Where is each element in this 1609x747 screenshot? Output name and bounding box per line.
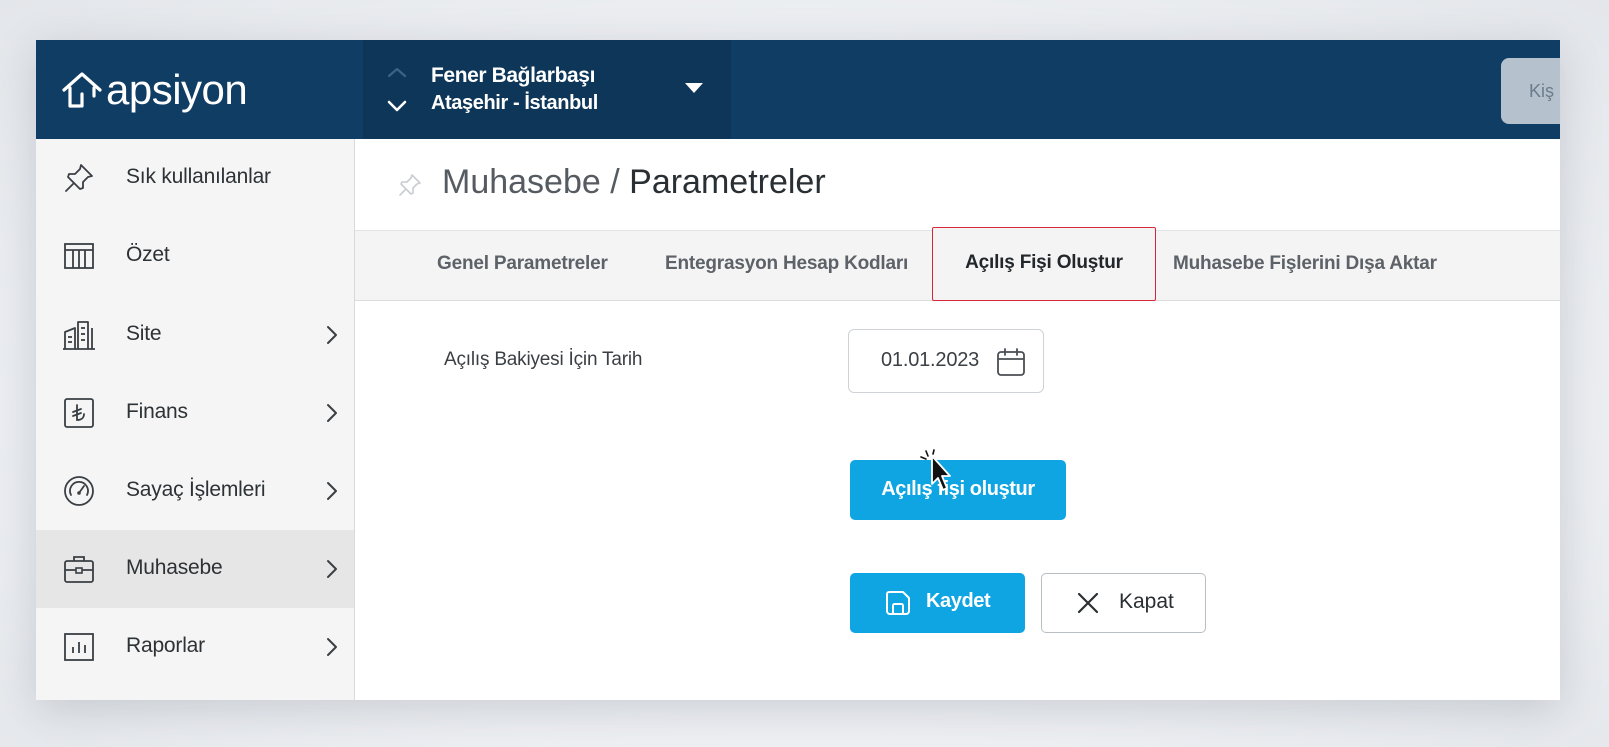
tab-entegrasyon-hesap-kodlari[interactable]: Entegrasyon Hesap Kodları (665, 231, 908, 301)
logo[interactable]: apsiyon (36, 40, 362, 139)
close-button-label: Kapat (1119, 590, 1174, 613)
site-name: Fener Bağlarbaşı (431, 64, 595, 87)
page-title: Parametreler (629, 163, 826, 201)
chevron-right-icon (327, 560, 337, 578)
tab-acilis-fisi-olustur[interactable]: Açılış Fişi Oluştur (932, 227, 1156, 301)
table-icon (64, 243, 94, 269)
sidebar-item-label: Muhasebe (126, 556, 223, 579)
pin-icon (65, 164, 93, 192)
sidebar-item-finans[interactable]: Finans (36, 374, 354, 452)
pin-page-icon[interactable] (397, 172, 423, 198)
page-header: Muhasebe / Parametreler (355, 139, 1560, 231)
chevron-right-icon (327, 482, 337, 500)
briefcase-icon (64, 556, 94, 583)
save-button-label: Kaydet (926, 590, 991, 612)
tab-muhasebe-fislerini-disa-aktar[interactable]: Muhasebe Fişlerini Dışa Aktar (1173, 231, 1437, 301)
site-selector[interactable]: Fener Bağlarbaşı Ataşehir - İstanbul (363, 40, 731, 139)
close-icon (1077, 592, 1099, 614)
sidebar-item-label: Site (126, 322, 162, 345)
sidebar-item-favorites[interactable]: Sık kullanılanlar (36, 139, 354, 217)
date-field[interactable]: 01.01.2023 (848, 329, 1044, 393)
chevron-right-icon (327, 638, 337, 656)
sidebar-item-label: Finans (126, 400, 188, 423)
breadcrumb-separator: / (610, 163, 620, 201)
building-icon (63, 321, 95, 350)
sidebar-item-label: Özet (126, 243, 170, 266)
close-button[interactable]: Kapat (1041, 573, 1206, 633)
site-location: Ataşehir - İstanbul (431, 92, 598, 114)
sidebar-item-label: Raporlar (126, 634, 205, 657)
save-button[interactable]: Kaydet (850, 573, 1025, 633)
tab-bar: Genel Parametreler Entegrasyon Hesap Kod… (355, 227, 1560, 301)
sidebar-item-site[interactable]: Site (36, 296, 354, 374)
site-switch-arrows-icon[interactable] (385, 66, 409, 116)
sidebar-item-label: Sık kullanılanlar (126, 165, 271, 188)
sidebar-item-label: Sayaç İşlemleri (126, 478, 266, 501)
sidebar-item-sayac[interactable]: Sayaç İşlemleri (36, 452, 354, 530)
main-content: Muhasebe / Parametreler Genel Parametrel… (355, 139, 1560, 700)
house-icon (62, 71, 102, 108)
calendar-icon[interactable] (995, 346, 1027, 378)
date-value[interactable]: 01.01.2023 (881, 349, 979, 372)
top-bar: apsiyon Fener Bağlarbaşı Ataşehir - İsta… (36, 40, 1560, 139)
app-window: apsiyon Fener Bağlarbaşı Ataşehir - İsta… (36, 40, 1560, 700)
breadcrumb-parent[interactable]: Muhasebe (442, 163, 601, 201)
date-field-label: Açılış Bakiyesi İçin Tarih (444, 349, 643, 370)
top-right-button[interactable]: Kiş (1501, 58, 1560, 124)
chevron-right-icon (327, 404, 337, 422)
sidebar-item-ozet[interactable]: Özet (36, 217, 354, 295)
gauge-icon (64, 476, 94, 506)
sidebar-item-muhasebe[interactable]: Muhasebe (36, 530, 354, 608)
lira-icon (64, 398, 94, 428)
sidebar-item-raporlar[interactable]: Raporlar (36, 608, 354, 686)
create-opening-voucher-button[interactable]: Açılış fişi oluştur (850, 460, 1066, 520)
logo-text: apsiyon (106, 65, 248, 113)
tab-genel-parametreler[interactable]: Genel Parametreler (437, 231, 608, 301)
chevron-right-icon (327, 326, 337, 344)
breadcrumb: Muhasebe / Parametreler (442, 163, 826, 202)
report-chart-icon (64, 633, 94, 661)
save-icon (886, 591, 910, 615)
caret-down-icon[interactable] (683, 80, 705, 96)
sidebar: Sık kullanılanlar Özet Site Finans Sayaç… (36, 139, 354, 700)
